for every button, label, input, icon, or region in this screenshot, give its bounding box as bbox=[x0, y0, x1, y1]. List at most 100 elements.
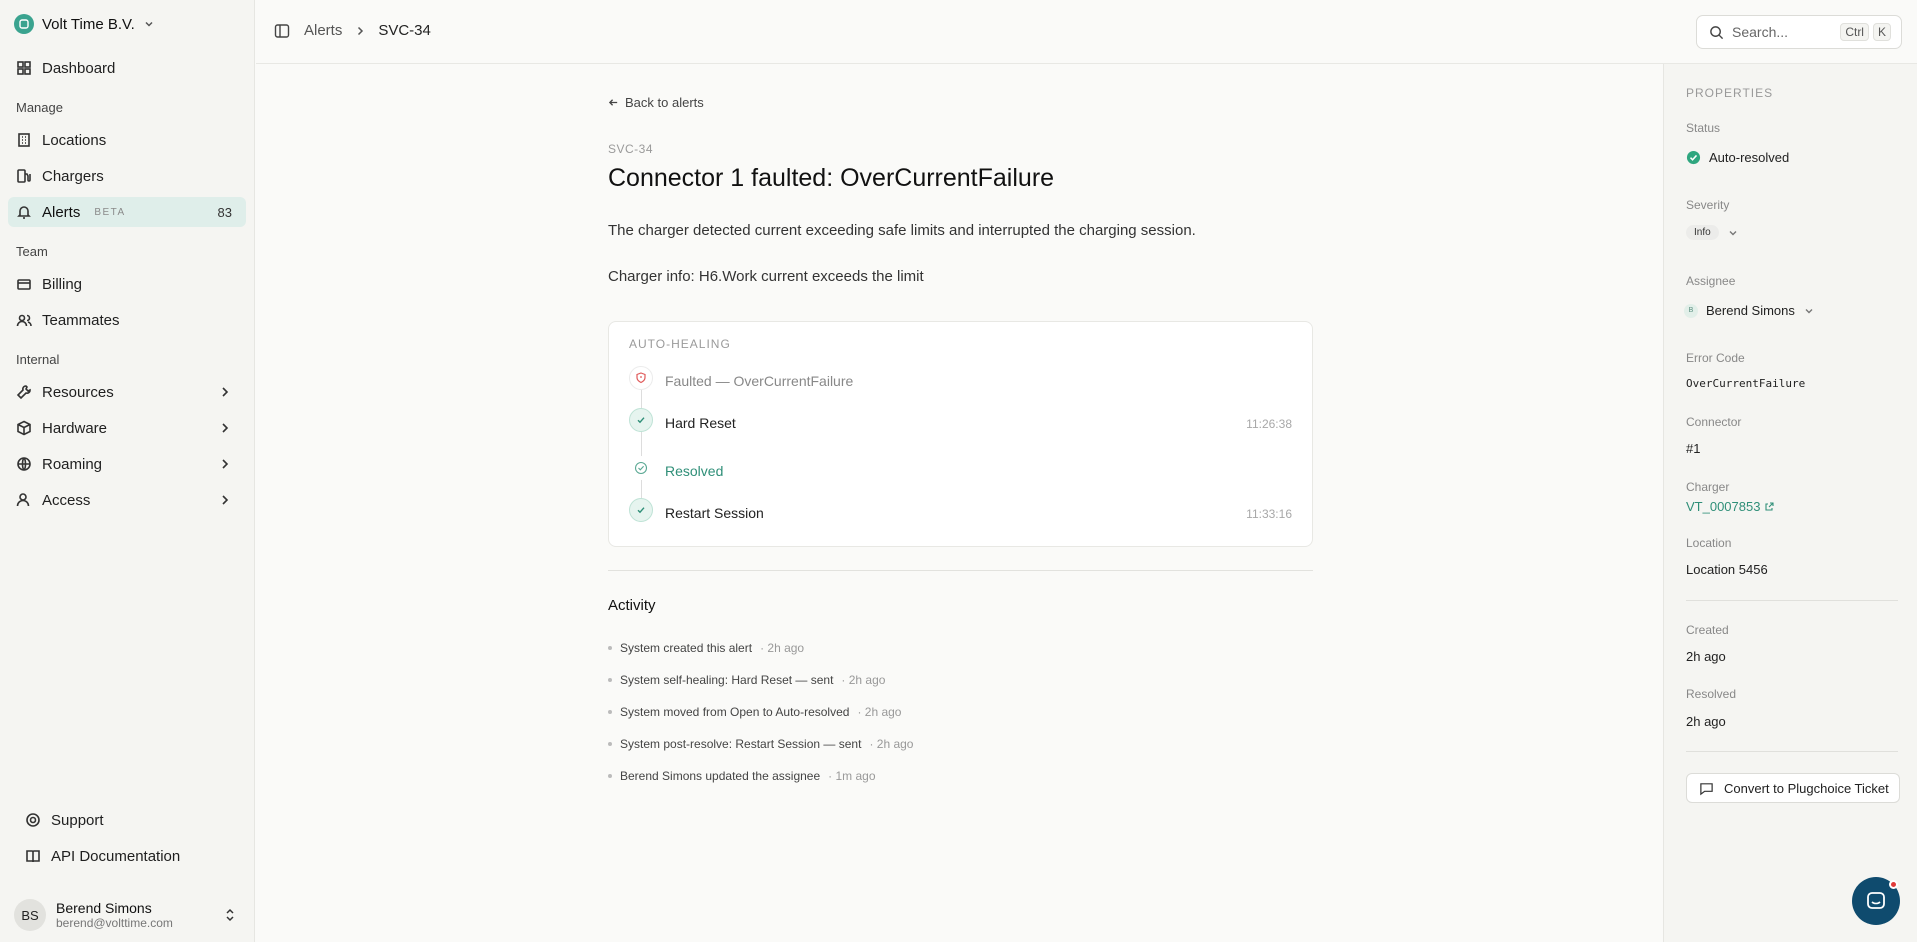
notification-dot bbox=[1889, 880, 1898, 889]
alerts-count: 83 bbox=[217, 204, 232, 220]
chat-launcher-button[interactable] bbox=[1852, 877, 1900, 925]
sidebar-item-hardware[interactable]: Hardware bbox=[8, 413, 246, 443]
activity-title: Activity bbox=[608, 597, 656, 614]
bullet-dot bbox=[608, 710, 612, 714]
sidebar-item-label: Access bbox=[42, 491, 91, 509]
charger-link[interactable]: VT_0007853 bbox=[1686, 499, 1775, 514]
sidebar-item-billing[interactable]: Billing bbox=[8, 269, 246, 299]
sidebar-toggle-icon[interactable] bbox=[274, 23, 290, 39]
sidebar-item-chargers[interactable]: Chargers bbox=[8, 161, 246, 191]
chevron-right-icon bbox=[222, 459, 229, 469]
box-icon bbox=[17, 420, 31, 436]
alert-id: SVC-34 bbox=[608, 142, 654, 156]
breadcrumb-current: SVC-34 bbox=[378, 22, 431, 39]
sidebar-item-roaming[interactable]: Roaming bbox=[8, 449, 246, 479]
severity-label: Severity bbox=[1686, 198, 1730, 212]
activity-item: System post-resolve: Restart Session — s… bbox=[608, 737, 913, 751]
section-label-team: Team bbox=[16, 244, 48, 259]
globe-icon bbox=[17, 457, 31, 471]
credit-card-icon bbox=[17, 279, 31, 290]
location-label: Location bbox=[1686, 536, 1732, 550]
status-value[interactable]: Auto-resolved bbox=[1686, 150, 1789, 165]
activity-time: · 1m ago bbox=[828, 769, 876, 783]
activity-time: · 2h ago bbox=[869, 737, 914, 751]
user-lock-icon bbox=[16, 493, 30, 507]
divider bbox=[608, 570, 1313, 571]
shield-alert-icon bbox=[629, 366, 653, 390]
chevron-right-icon bbox=[358, 26, 364, 35]
avatar: BS bbox=[14, 899, 46, 931]
sidebar-item-label: Billing bbox=[42, 275, 83, 293]
bullet-dot bbox=[608, 646, 612, 650]
assignee-select[interactable]: B Berend Simons bbox=[1684, 303, 1815, 318]
sidebar-item-label: Chargers bbox=[42, 167, 104, 185]
back-label: Back to alerts bbox=[625, 95, 704, 110]
bell-icon bbox=[17, 206, 31, 219]
charger-info: Charger info: H6.Work current exceeds th… bbox=[608, 268, 924, 285]
divider bbox=[1686, 751, 1898, 752]
sidebar-item-label: API Documentation bbox=[51, 847, 181, 865]
connector-label: Connector bbox=[1686, 415, 1742, 429]
activity-text: Berend Simons updated the assignee bbox=[620, 769, 821, 783]
breadcrumb-alerts[interactable]: Alerts bbox=[304, 22, 342, 39]
shortcut-ctrl: Ctrl bbox=[1840, 23, 1869, 41]
search-icon bbox=[1710, 25, 1724, 39]
step-resolved: Resolved bbox=[665, 463, 724, 479]
breadcrumb: Alerts SVC-34 bbox=[304, 22, 431, 39]
beta-badge: BETA bbox=[94, 206, 126, 218]
resolved-label: Resolved bbox=[1686, 687, 1737, 701]
bullet-dot bbox=[608, 742, 612, 746]
section-label-internal: Internal bbox=[16, 352, 60, 367]
convert-label: Convert to Plugchoice Ticket bbox=[1724, 780, 1889, 796]
chevron-right-icon bbox=[222, 495, 229, 505]
chevron-updown-icon bbox=[226, 908, 234, 922]
resolved-value: 2h ago bbox=[1686, 714, 1726, 729]
chevron-down-icon bbox=[1729, 230, 1737, 235]
sidebar-item-alerts[interactable]: Alerts BETA 83 bbox=[8, 197, 246, 227]
charger-label: Charger bbox=[1686, 480, 1730, 494]
sidebar-item-label: Teammates bbox=[42, 311, 120, 329]
top-bar: Alerts SVC-34 Search... Ctrl K bbox=[256, 0, 1917, 64]
user-email: berend@volttime.com bbox=[56, 916, 173, 930]
external-link-icon bbox=[1765, 501, 1775, 511]
properties-heading: PROPERTIES bbox=[1686, 86, 1774, 100]
alert-description: The charger detected current exceeding s… bbox=[608, 222, 1196, 239]
activity-text: System moved from Open to Auto-resolved bbox=[620, 705, 850, 719]
step-time: 11:33:16 bbox=[1246, 507, 1292, 521]
shortcut-k: K bbox=[1872, 23, 1891, 41]
created-label: Created bbox=[1686, 623, 1729, 637]
sidebar-item-locations[interactable]: Locations bbox=[8, 125, 246, 155]
sidebar-item-dashboard[interactable]: Dashboard bbox=[8, 53, 246, 83]
search-input[interactable]: Search... Ctrl K bbox=[1696, 15, 1902, 49]
step-restart-session: Restart Session bbox=[665, 505, 764, 521]
sidebar-item-label: Hardware bbox=[42, 419, 108, 437]
chat-icon bbox=[1867, 892, 1885, 909]
org-switcher[interactable]: Volt Time B.V. bbox=[14, 13, 155, 35]
message-square-icon bbox=[1700, 782, 1713, 795]
check-icon bbox=[629, 408, 653, 432]
sidebar-item-api-docs[interactable]: API Documentation bbox=[8, 841, 246, 871]
search-placeholder: Search... bbox=[1732, 24, 1789, 40]
sidebar-item-teammates[interactable]: Teammates bbox=[8, 305, 246, 335]
user-menu[interactable]: BS Berend Simons berend@volttime.com bbox=[14, 897, 242, 933]
activity-time: · 2h ago bbox=[857, 705, 902, 719]
charger-id: VT_0007853 bbox=[1686, 499, 1761, 514]
wrench-icon bbox=[16, 385, 31, 400]
error-code-value: OverCurrentFailure bbox=[1686, 377, 1806, 390]
check-icon bbox=[629, 498, 653, 522]
chevron-right-icon bbox=[222, 387, 229, 397]
sidebar-item-label: Locations bbox=[42, 131, 107, 149]
convert-ticket-button[interactable]: Convert to Plugchoice Ticket bbox=[1686, 773, 1900, 803]
back-link[interactable]: Back to alerts bbox=[608, 95, 704, 110]
severity-select[interactable]: Info bbox=[1686, 225, 1739, 240]
sidebar-item-resources[interactable]: Resources bbox=[8, 377, 246, 407]
divider bbox=[1686, 600, 1898, 601]
sidebar-item-access[interactable]: Access bbox=[8, 485, 246, 515]
user-name: Berend Simons bbox=[56, 900, 152, 916]
activity-text: System post-resolve: Restart Session — s… bbox=[620, 737, 862, 751]
sidebar-item-label: Support bbox=[51, 811, 104, 829]
sidebar-item-support[interactable]: Support bbox=[8, 805, 246, 835]
grid-icon bbox=[17, 61, 31, 75]
severity-chip: Info bbox=[1686, 225, 1719, 240]
bullet-dot bbox=[608, 774, 612, 778]
